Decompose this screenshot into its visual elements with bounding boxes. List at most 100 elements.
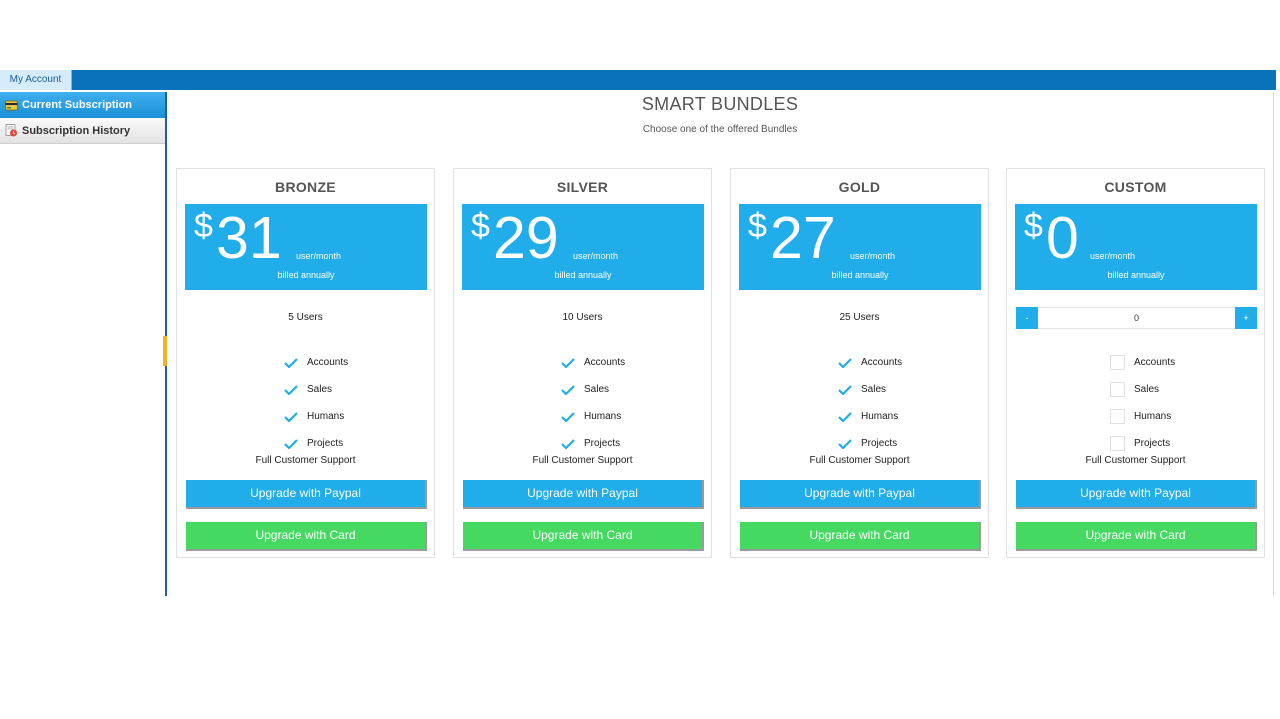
feature-item: Sales [838, 376, 902, 403]
upgrade-paypal-button[interactable]: Upgrade with Paypal [740, 480, 981, 509]
currency-symbol: $ [1024, 207, 1043, 245]
feature-item: Humans [284, 403, 348, 430]
user-count: 5 Users [288, 312, 323, 323]
feature-list: Accounts Sales Humans Projects [1110, 349, 1176, 457]
feature-label: Accounts [584, 357, 626, 368]
price-amount: 31 [216, 205, 282, 271]
feature-item: Sales [561, 376, 625, 403]
upgrade-card-button[interactable]: Upgrade with Card [740, 522, 981, 551]
feature-checkbox[interactable] [1110, 382, 1125, 397]
feature-label: Humans [584, 411, 622, 422]
tab-my-account[interactable]: My Account [0, 70, 72, 90]
checkmark-icon [561, 438, 575, 449]
upgrade-card-button[interactable]: Upgrade with Card [463, 522, 704, 551]
feature-item: Accounts [284, 349, 348, 376]
currency-symbol: $ [748, 207, 767, 245]
user-quantity-stepper: - + [1016, 307, 1257, 329]
feature-list: Accounts Sales Humans Projects [838, 349, 902, 457]
feature-item: Humans [838, 403, 902, 430]
upgrade-paypal-button[interactable]: Upgrade with Paypal [463, 480, 704, 509]
price-unit: user/month [296, 251, 342, 261]
sidebar-item-current-subscription[interactable]: Current Subscription [0, 92, 166, 118]
sidebar-resize-handle[interactable] [163, 336, 167, 366]
increment-button[interactable]: + [1235, 307, 1257, 329]
plan-card-silver: SILVER $ 29 user/month billed annually 1… [453, 168, 712, 558]
price-unit: user/month [573, 251, 619, 261]
feature-item: Accounts [1110, 349, 1176, 376]
upgrade-paypal-button[interactable]: Upgrade with Paypal [1016, 480, 1257, 509]
billing-period: billed annually [554, 270, 612, 280]
feature-label: Sales [584, 384, 610, 395]
feature-checkbox[interactable] [1110, 409, 1125, 424]
currency-symbol: $ [471, 207, 490, 245]
sidebar-item-label: Subscription History [22, 124, 131, 137]
support-label: Full Customer Support [1085, 455, 1186, 466]
plan-name: SILVER [556, 179, 609, 195]
feature-checkbox[interactable] [1110, 436, 1125, 451]
feature-item: Sales [284, 376, 348, 403]
feature-label: Humans [1134, 411, 1172, 422]
page-title: SMART BUNDLES [641, 94, 799, 114]
price-amount: 27 [770, 205, 836, 271]
feature-item: Humans [561, 403, 625, 430]
feature-label: Accounts [1134, 357, 1176, 368]
billing-period: billed annually [831, 270, 889, 280]
feature-item: Accounts [838, 349, 902, 376]
content-border [1273, 92, 1274, 596]
price-box: $ 31 user/month billed annually [185, 204, 427, 290]
sidebar-item-subscription-history[interactable]: Subscription History [0, 118, 166, 144]
user-count: 25 Users [839, 312, 880, 323]
price-amount: 29 [493, 205, 559, 271]
feature-label: Sales [307, 384, 333, 395]
checkmark-icon [561, 411, 575, 422]
subscription-card-icon [5, 99, 18, 112]
history-document-icon [5, 124, 18, 137]
plan-name: GOLD [838, 179, 881, 195]
checkmark-icon [838, 357, 852, 368]
feature-list: Accounts Sales Humans Projects [284, 349, 348, 457]
decrement-button[interactable]: - [1016, 307, 1038, 329]
feature-label: Accounts [861, 357, 903, 368]
checkmark-icon [838, 411, 852, 422]
main-header: SMART BUNDLES Choose one of the offered … [167, 92, 1273, 135]
feature-list: Accounts Sales Humans Projects [561, 349, 625, 457]
feature-checkbox[interactable] [1110, 355, 1125, 370]
feature-label: Humans [307, 411, 345, 422]
checkmark-icon [284, 438, 298, 449]
upgrade-card-button[interactable]: Upgrade with Card [186, 522, 427, 551]
currency-symbol: $ [194, 207, 213, 245]
checkmark-icon [838, 384, 852, 395]
feature-item: Humans [1110, 403, 1175, 430]
price-unit: user/month [1090, 251, 1136, 261]
plan-card-gold: GOLD $ 27 user/month billed annually 25 … [730, 168, 989, 558]
feature-label: Sales [861, 384, 887, 395]
checkmark-icon [838, 438, 852, 449]
feature-item: Accounts [561, 349, 625, 376]
feature-label: Accounts [307, 357, 349, 368]
billing-period: billed annually [277, 270, 335, 280]
support-label: Full Customer Support [809, 455, 910, 466]
plan-name: BRONZE [275, 179, 336, 195]
checkmark-icon [561, 384, 575, 395]
feature-item: Projects [838, 430, 902, 457]
user-quantity-input[interactable] [1039, 308, 1234, 328]
price-amount: 0 [1046, 205, 1079, 271]
support-label: Full Customer Support [255, 455, 356, 466]
feature-item: Projects [561, 430, 625, 457]
feature-label: Projects [584, 438, 621, 449]
top-navigation-bar: My Account [0, 70, 1276, 90]
feature-label: Projects [307, 438, 344, 449]
upgrade-paypal-button[interactable]: Upgrade with Paypal [186, 480, 427, 509]
price-unit: user/month [850, 251, 896, 261]
price-box: $ 0 user/month billed annually [1015, 204, 1257, 290]
plan-card-bronze: BRONZE $ 31 user/month billed annually 5… [176, 168, 435, 558]
checkmark-icon [284, 357, 298, 368]
checkmark-icon [284, 384, 298, 395]
page-subtitle: Choose one of the offered Bundles [642, 124, 798, 135]
sidebar-item-label: Current Subscription [22, 99, 133, 111]
checkmark-icon [561, 357, 575, 368]
billing-period: billed annually [1107, 270, 1165, 280]
feature-label: Sales [1134, 384, 1160, 395]
upgrade-card-button[interactable]: Upgrade with Card [1016, 522, 1257, 551]
feature-item: Projects [284, 430, 348, 457]
